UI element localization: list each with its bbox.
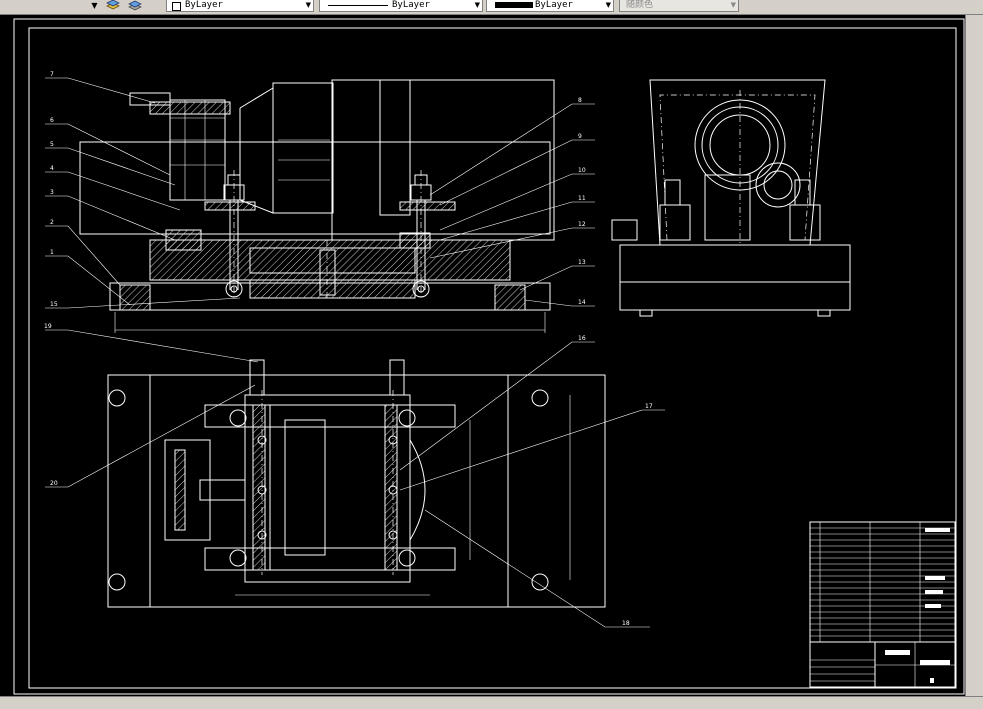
callout-6: 6 [50, 117, 54, 124]
callout-7: 7 [50, 71, 54, 78]
properties-toolbar: ▼ ByLayer ▼ ByLayer ▼ ByLayer ▼ 随颜色 ▼ [0, 0, 983, 15]
drawing-canvas[interactable]: 7 6 5 4 3 2 1 15 19 20 8 9 10 11 12 13 1… [0, 15, 965, 696]
vertical-scrollbar[interactable] [965, 15, 983, 696]
plotstyle-control-value: 随颜色 [626, 0, 654, 10]
callout-4: 4 [50, 165, 54, 172]
lineweight-control-value: ByLayer [535, 0, 573, 10]
linetype-control-value: ByLayer [392, 0, 430, 10]
callout-10: 10 [578, 167, 586, 174]
callout-3: 3 [50, 189, 54, 196]
callout-13: 13 [578, 259, 586, 266]
callout-18: 18 [622, 620, 630, 627]
callout-19: 19 [44, 323, 52, 330]
callout-20: 20 [50, 480, 58, 487]
callout-8: 8 [578, 97, 582, 104]
lineweight-control-combo[interactable]: ByLayer ▼ [486, 0, 614, 12]
callout-14: 14 [578, 299, 586, 306]
color-control-combo[interactable]: ByLayer ▼ [166, 0, 314, 12]
linetype-preview-icon [328, 5, 388, 6]
horizontal-scrollbar[interactable] [0, 696, 983, 709]
callout-11: 11 [578, 195, 586, 202]
callout-16: 16 [578, 335, 586, 342]
color-control-value: ByLayer [185, 0, 223, 10]
chevron-down-icon: ▼ [730, 1, 736, 9]
top-view [107, 359, 606, 608]
layer-stack-icon[interactable] [106, 0, 120, 11]
inner-drawing-frame [28, 27, 957, 689]
callout-leaders [45, 77, 665, 628]
chevron-down-icon[interactable]: ▼ [306, 0, 311, 11]
side-view [611, 79, 851, 317]
title-block [809, 521, 956, 688]
chevron-down-icon[interactable]: ▼ [89, 0, 100, 11]
callout-1: 1 [50, 249, 54, 256]
callout-15: 15 [50, 301, 58, 308]
callout-17: 17 [645, 403, 653, 410]
callout-2: 2 [50, 219, 54, 226]
callout-5: 5 [50, 141, 54, 148]
callout-12: 12 [578, 221, 586, 228]
color-swatch-icon [172, 2, 181, 11]
linetype-control-combo[interactable]: ByLayer ▼ [319, 0, 483, 12]
lineweight-preview-icon [495, 2, 533, 8]
chevron-down-icon[interactable]: ▼ [475, 0, 480, 11]
front-view [79, 79, 555, 333]
callout-numbers: 7 6 5 4 3 2 1 15 19 20 8 9 10 11 12 13 1… [44, 71, 653, 627]
layer-previous-icon[interactable] [128, 0, 142, 11]
callout-9: 9 [578, 133, 582, 140]
cad-drawing: 7 6 5 4 3 2 1 15 19 20 8 9 10 11 12 13 1… [13, 18, 965, 695]
plotstyle-control-combo: 随颜色 ▼ [619, 0, 739, 12]
chevron-down-icon[interactable]: ▼ [606, 0, 611, 11]
